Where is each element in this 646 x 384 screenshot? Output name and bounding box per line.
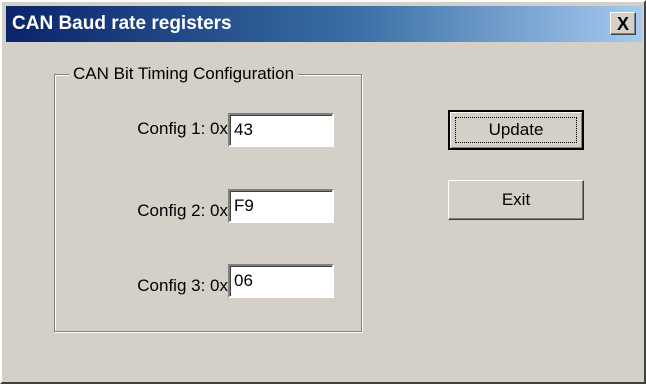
update-button[interactable]: Update bbox=[448, 110, 584, 150]
config-2-label: Config 2: 0x bbox=[137, 201, 228, 220]
window-title: CAN Baud rate registers bbox=[12, 13, 232, 34]
config-3-label: Config 3: 0x bbox=[137, 276, 228, 295]
config-3-input[interactable] bbox=[228, 264, 334, 298]
groupbox-label: CAN Bit Timing Configuration bbox=[69, 64, 299, 84]
exit-button-label: Exit bbox=[501, 190, 531, 209]
exit-button[interactable]: Exit bbox=[448, 180, 584, 220]
close-icon: X bbox=[616, 13, 629, 34]
config-1-input[interactable] bbox=[228, 113, 334, 147]
config-2-input[interactable] bbox=[228, 189, 334, 223]
close-button[interactable]: X bbox=[610, 12, 636, 35]
title-bar[interactable]: CAN Baud rate registers X bbox=[6, 6, 642, 42]
focus-rectangle bbox=[455, 117, 577, 143]
config-1-label: Config 1: 0x bbox=[137, 119, 228, 138]
dialog-window: CAN Baud rate registers X CAN Bit Timing… bbox=[0, 0, 646, 384]
